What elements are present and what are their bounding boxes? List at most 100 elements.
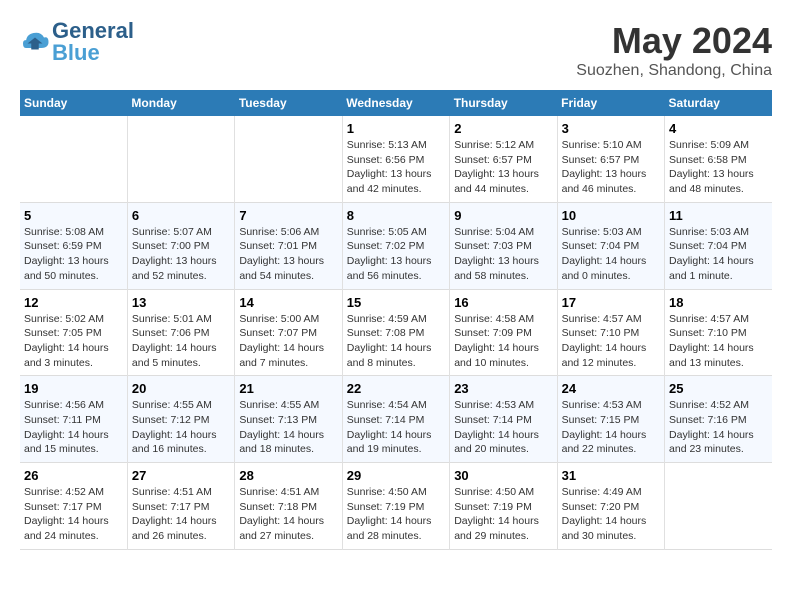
location-subtitle: Suozhen, Shandong, China <box>576 62 772 80</box>
calendar-cell: 22 Sunrise: 4:54 AMSunset: 7:14 PMDaylig… <box>342 376 449 463</box>
cell-content: Sunrise: 5:02 AMSunset: 7:05 PMDaylight:… <box>24 312 123 371</box>
day-number: 21 <box>239 381 337 396</box>
day-number: 31 <box>562 468 660 483</box>
day-number: 27 <box>132 468 230 483</box>
calendar-cell: 30 Sunrise: 4:50 AMSunset: 7:19 PMDaylig… <box>450 463 557 550</box>
cell-content: Sunrise: 5:03 AMSunset: 7:04 PMDaylight:… <box>562 225 660 284</box>
calendar-cell: 31 Sunrise: 4:49 AMSunset: 7:20 PMDaylig… <box>557 463 664 550</box>
cell-content: Sunrise: 4:55 AMSunset: 7:13 PMDaylight:… <box>239 398 337 457</box>
cell-content: Sunrise: 5:10 AMSunset: 6:57 PMDaylight:… <box>562 138 660 197</box>
cell-content: Sunrise: 4:52 AMSunset: 7:17 PMDaylight:… <box>24 485 123 544</box>
day-number: 13 <box>132 295 230 310</box>
calendar-cell: 4 Sunrise: 5:09 AMSunset: 6:58 PMDayligh… <box>665 116 772 202</box>
day-number: 5 <box>24 208 123 223</box>
cell-content: Sunrise: 4:57 AMSunset: 7:10 PMDaylight:… <box>562 312 660 371</box>
calendar-cell <box>665 463 772 550</box>
day-number: 1 <box>347 121 445 136</box>
day-number: 3 <box>562 121 660 136</box>
calendar-cell: 24 Sunrise: 4:53 AMSunset: 7:15 PMDaylig… <box>557 376 664 463</box>
day-number: 23 <box>454 381 552 396</box>
day-number: 7 <box>239 208 337 223</box>
calendar-cell: 28 Sunrise: 4:51 AMSunset: 7:18 PMDaylig… <box>235 463 342 550</box>
day-number: 4 <box>669 121 768 136</box>
cell-content: Sunrise: 5:04 AMSunset: 7:03 PMDaylight:… <box>454 225 552 284</box>
day-number: 30 <box>454 468 552 483</box>
cell-content: Sunrise: 5:06 AMSunset: 7:01 PMDaylight:… <box>239 225 337 284</box>
cell-content: Sunrise: 5:08 AMSunset: 6:59 PMDaylight:… <box>24 225 123 284</box>
calendar-cell: 29 Sunrise: 4:50 AMSunset: 7:19 PMDaylig… <box>342 463 449 550</box>
page-header: GeneralBlue May 2024 Suozhen, Shandong, … <box>20 20 772 80</box>
cell-content: Sunrise: 4:53 AMSunset: 7:14 PMDaylight:… <box>454 398 552 457</box>
day-number: 29 <box>347 468 445 483</box>
logo-icon <box>20 27 50 57</box>
col-header-thursday: Thursday <box>450 90 557 116</box>
calendar-cell: 1 Sunrise: 5:13 AMSunset: 6:56 PMDayligh… <box>342 116 449 202</box>
cell-content: Sunrise: 5:07 AMSunset: 7:00 PMDaylight:… <box>132 225 230 284</box>
day-number: 9 <box>454 208 552 223</box>
cell-content: Sunrise: 4:59 AMSunset: 7:08 PMDaylight:… <box>347 312 445 371</box>
day-number: 12 <box>24 295 123 310</box>
cell-content: Sunrise: 4:50 AMSunset: 7:19 PMDaylight:… <box>347 485 445 544</box>
logo: GeneralBlue <box>20 20 134 64</box>
day-number: 15 <box>347 295 445 310</box>
day-number: 26 <box>24 468 123 483</box>
cell-content: Sunrise: 4:57 AMSunset: 7:10 PMDaylight:… <box>669 312 768 371</box>
col-header-tuesday: Tuesday <box>235 90 342 116</box>
day-number: 18 <box>669 295 768 310</box>
calendar-cell: 15 Sunrise: 4:59 AMSunset: 7:08 PMDaylig… <box>342 289 449 376</box>
cell-content: Sunrise: 4:54 AMSunset: 7:14 PMDaylight:… <box>347 398 445 457</box>
day-number: 28 <box>239 468 337 483</box>
calendar-cell: 2 Sunrise: 5:12 AMSunset: 6:57 PMDayligh… <box>450 116 557 202</box>
month-title: May 2024 <box>576 20 772 62</box>
calendar-cell: 11 Sunrise: 5:03 AMSunset: 7:04 PMDaylig… <box>665 202 772 289</box>
title-block: May 2024 Suozhen, Shandong, China <box>576 20 772 80</box>
cell-content: Sunrise: 4:56 AMSunset: 7:11 PMDaylight:… <box>24 398 123 457</box>
cell-content: Sunrise: 5:05 AMSunset: 7:02 PMDaylight:… <box>347 225 445 284</box>
day-number: 24 <box>562 381 660 396</box>
calendar-cell: 10 Sunrise: 5:03 AMSunset: 7:04 PMDaylig… <box>557 202 664 289</box>
cell-content: Sunrise: 4:50 AMSunset: 7:19 PMDaylight:… <box>454 485 552 544</box>
cell-content: Sunrise: 5:12 AMSunset: 6:57 PMDaylight:… <box>454 138 552 197</box>
col-header-monday: Monday <box>127 90 234 116</box>
calendar-cell: 19 Sunrise: 4:56 AMSunset: 7:11 PMDaylig… <box>20 376 127 463</box>
day-number: 6 <box>132 208 230 223</box>
day-number: 14 <box>239 295 337 310</box>
cell-content: Sunrise: 5:00 AMSunset: 7:07 PMDaylight:… <box>239 312 337 371</box>
day-number: 11 <box>669 208 768 223</box>
col-header-saturday: Saturday <box>665 90 772 116</box>
calendar-cell: 13 Sunrise: 5:01 AMSunset: 7:06 PMDaylig… <box>127 289 234 376</box>
day-number: 19 <box>24 381 123 396</box>
calendar-table: SundayMondayTuesdayWednesdayThursdayFrid… <box>20 90 772 550</box>
cell-content: Sunrise: 4:49 AMSunset: 7:20 PMDaylight:… <box>562 485 660 544</box>
day-number: 20 <box>132 381 230 396</box>
calendar-cell: 7 Sunrise: 5:06 AMSunset: 7:01 PMDayligh… <box>235 202 342 289</box>
calendar-cell: 27 Sunrise: 4:51 AMSunset: 7:17 PMDaylig… <box>127 463 234 550</box>
calendar-cell: 23 Sunrise: 4:53 AMSunset: 7:14 PMDaylig… <box>450 376 557 463</box>
calendar-cell: 9 Sunrise: 5:04 AMSunset: 7:03 PMDayligh… <box>450 202 557 289</box>
calendar-cell <box>127 116 234 202</box>
day-number: 16 <box>454 295 552 310</box>
calendar-cell: 26 Sunrise: 4:52 AMSunset: 7:17 PMDaylig… <box>20 463 127 550</box>
calendar-cell: 16 Sunrise: 4:58 AMSunset: 7:09 PMDaylig… <box>450 289 557 376</box>
calendar-cell <box>235 116 342 202</box>
day-number: 22 <box>347 381 445 396</box>
calendar-cell: 12 Sunrise: 5:02 AMSunset: 7:05 PMDaylig… <box>20 289 127 376</box>
cell-content: Sunrise: 5:01 AMSunset: 7:06 PMDaylight:… <box>132 312 230 371</box>
calendar-cell: 25 Sunrise: 4:52 AMSunset: 7:16 PMDaylig… <box>665 376 772 463</box>
cell-content: Sunrise: 4:58 AMSunset: 7:09 PMDaylight:… <box>454 312 552 371</box>
cell-content: Sunrise: 5:13 AMSunset: 6:56 PMDaylight:… <box>347 138 445 197</box>
calendar-cell: 14 Sunrise: 5:00 AMSunset: 7:07 PMDaylig… <box>235 289 342 376</box>
cell-content: Sunrise: 4:51 AMSunset: 7:17 PMDaylight:… <box>132 485 230 544</box>
cell-content: Sunrise: 4:52 AMSunset: 7:16 PMDaylight:… <box>669 398 768 457</box>
calendar-cell: 20 Sunrise: 4:55 AMSunset: 7:12 PMDaylig… <box>127 376 234 463</box>
calendar-cell: 6 Sunrise: 5:07 AMSunset: 7:00 PMDayligh… <box>127 202 234 289</box>
cell-content: Sunrise: 4:53 AMSunset: 7:15 PMDaylight:… <box>562 398 660 457</box>
col-header-sunday: Sunday <box>20 90 127 116</box>
cell-content: Sunrise: 4:55 AMSunset: 7:12 PMDaylight:… <box>132 398 230 457</box>
day-number: 10 <box>562 208 660 223</box>
cell-content: Sunrise: 5:03 AMSunset: 7:04 PMDaylight:… <box>669 225 768 284</box>
cell-content: Sunrise: 4:51 AMSunset: 7:18 PMDaylight:… <box>239 485 337 544</box>
day-number: 8 <box>347 208 445 223</box>
cell-content: Sunrise: 5:09 AMSunset: 6:58 PMDaylight:… <box>669 138 768 197</box>
day-number: 2 <box>454 121 552 136</box>
